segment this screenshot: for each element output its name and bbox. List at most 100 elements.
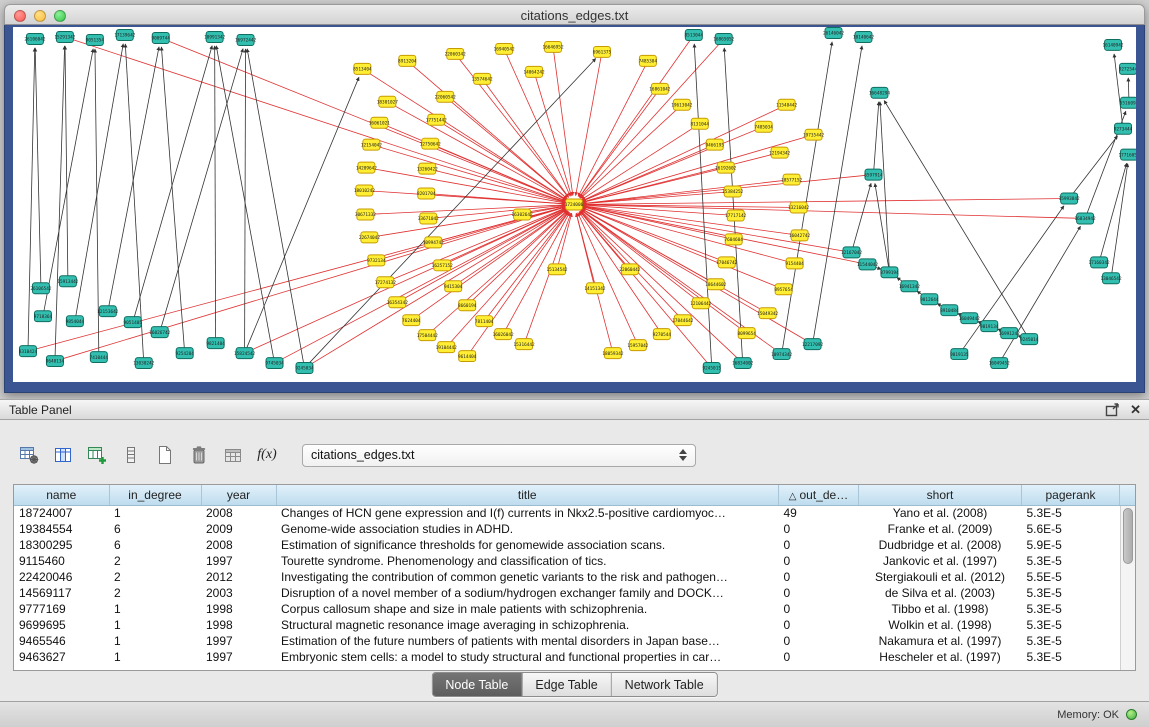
graph-node[interactable]: 13260422 <box>417 163 438 174</box>
column-header-title[interactable]: title <box>276 485 779 505</box>
graph-node[interactable]: 16941342 <box>899 281 920 292</box>
cell-title[interactable]: Embryonic stem cells: a model to study s… <box>276 649 779 665</box>
graph-node[interactable]: 16026742 <box>149 327 170 338</box>
graph-node[interactable]: 17717142 <box>725 210 746 221</box>
window-titlebar[interactable]: citations_edges.txt <box>4 4 1145 25</box>
float-panel-icon[interactable] <box>1105 403 1120 417</box>
graph-edge[interactable] <box>583 180 792 204</box>
graph-node[interactable]: 16861042 <box>649 83 670 94</box>
cell-title[interactable]: Genome-wide association studies in ADHD. <box>276 521 779 537</box>
graph-node[interactable]: 10994742 <box>423 237 444 248</box>
graph-edge[interactable] <box>576 52 602 196</box>
graph-node[interactable]: 12217092 <box>802 339 823 350</box>
cell-pagerank[interactable]: 5.9E-5 <box>1022 537 1120 553</box>
graph-edge[interactable] <box>215 46 216 343</box>
cell-name[interactable]: 9777169 <box>14 601 109 617</box>
graph-edge[interactable] <box>467 212 569 356</box>
graph-node[interactable]: 9051405 <box>124 317 143 328</box>
graph-node[interactable]: 9154404 <box>785 258 804 269</box>
graph-node[interactable]: 15993842 <box>1059 193 1080 204</box>
memory-status-icon[interactable] <box>1126 709 1137 720</box>
cell-pagerank[interactable]: 5.3E-5 <box>1022 633 1120 649</box>
create-column-icon[interactable] <box>84 443 110 467</box>
cell-year[interactable]: 2008 <box>201 537 276 553</box>
cell-name[interactable]: 9463627 <box>14 649 109 665</box>
graph-node[interactable]: 16991242 <box>999 328 1020 339</box>
graph-node[interactable]: 15824542 <box>234 348 255 359</box>
graph-node[interactable]: 6961375 <box>593 46 612 57</box>
cell-pagerank[interactable]: 5.6E-5 <box>1022 521 1120 537</box>
cell-name[interactable]: 22420046 <box>14 569 109 585</box>
graph-node[interactable]: 8799194 <box>880 267 899 278</box>
graph-node[interactable]: 12106442 <box>690 298 711 309</box>
graph-node[interactable]: 15049342 <box>757 308 778 319</box>
graph-node[interactable]: 16257152 <box>432 260 453 271</box>
graph-edge[interactable] <box>582 209 768 313</box>
cell-year[interactable]: 2008 <box>201 505 276 521</box>
scrollbar-thumb[interactable] <box>1123 508 1133 564</box>
graph-node[interactable]: 18059342 <box>602 348 623 359</box>
cell-title[interactable]: Corpus callosum shape and size in male p… <box>276 601 779 617</box>
graph-edge[interactable] <box>28 48 35 351</box>
graph-edge[interactable] <box>436 120 566 200</box>
graph-edge[interactable] <box>884 100 1029 339</box>
cell-name[interactable]: 18300295 <box>14 537 109 553</box>
cell-year[interactable]: 2012 <box>201 569 276 585</box>
graph-node[interactable]: 9254204 <box>175 348 194 359</box>
column-header-pagerank[interactable]: pagerank <box>1022 485 1120 505</box>
graph-edge[interactable] <box>1111 164 1128 279</box>
graph-edge[interactable] <box>161 47 184 353</box>
cell-short[interactable]: Hescheler et al. (1997) <box>859 649 1022 665</box>
graph-edge[interactable] <box>133 46 212 323</box>
graph-node[interactable]: 22060342 <box>445 48 466 59</box>
graph-node[interactable]: 9718364 <box>34 311 53 322</box>
graph-node[interactable]: 9745034 <box>265 358 284 369</box>
graph-node[interactable]: 5516094 <box>1120 97 1136 108</box>
cell-pagerank[interactable]: 5.5E-5 <box>1022 569 1120 585</box>
graph-node[interactable]: 33671042 <box>418 213 439 224</box>
graph-node[interactable]: 15384252 <box>722 186 743 197</box>
graph-node[interactable]: 8201704 <box>417 188 436 199</box>
cell-short[interactable]: Wolkin et al. (1998) <box>859 617 1022 633</box>
graph-node[interactable]: 22674042 <box>359 232 380 243</box>
graph-node[interactable]: 22060442 <box>619 264 640 275</box>
graph-node[interactable]: 17139642 <box>114 29 135 40</box>
graph-edge[interactable] <box>579 89 659 197</box>
vertical-scrollbar[interactable] <box>1120 506 1135 670</box>
graph-node[interactable]: 9854044 <box>66 316 85 327</box>
network-graph[interactable]: 1724006183010271606102112154042142096421… <box>13 27 1136 382</box>
graph-node[interactable]: 16646952 <box>542 41 563 52</box>
graph-node[interactable]: 8957654 <box>774 284 793 295</box>
graph-node[interactable]: 8099654 <box>737 328 756 339</box>
graph-node[interactable]: 10974342 <box>771 349 792 360</box>
cell-title[interactable]: Estimation of the future numbers of pati… <box>276 633 779 649</box>
graph-node[interactable]: 16140942 <box>1102 39 1123 50</box>
cell-in_degree[interactable]: 1 <box>109 649 201 665</box>
graph-node[interactable]: 9270544 <box>653 329 672 340</box>
graph-node[interactable]: 8660194 <box>458 300 477 311</box>
graph-node[interactable]: 8913204 <box>398 55 417 66</box>
tab-node-table[interactable]: Node Table <box>432 673 521 696</box>
graph-edge[interactable] <box>65 46 68 281</box>
graph-node[interactable]: 8513404 <box>353 63 372 74</box>
table-row[interactable]: 977716911998Corpus callosum shape and si… <box>14 601 1120 617</box>
graph-node[interactable]: 12154042 <box>361 139 382 150</box>
graph-node[interactable]: 16049452 <box>989 358 1010 369</box>
graph-node[interactable]: 19613042 <box>671 99 692 110</box>
graph-node[interactable]: 11548442 <box>776 99 797 110</box>
graph-edge[interactable] <box>581 105 682 199</box>
tab-edge-table[interactable]: Edge Table <box>521 673 610 696</box>
column-header-in-degree[interactable]: in_degree <box>109 485 201 505</box>
close-panel-icon[interactable]: ✕ <box>1130 402 1141 418</box>
graph-node[interactable]: 9051354 <box>86 34 105 45</box>
cell-pagerank[interactable]: 5.3E-5 <box>1022 553 1120 569</box>
graph-node[interactable]: 13030242 <box>133 358 154 369</box>
delete-icon[interactable] <box>186 443 212 467</box>
graph-node[interactable]: 10991342 <box>204 31 225 42</box>
graph-node[interactable]: 18010242 <box>354 185 375 196</box>
graph-node[interactable]: 7485304 <box>639 55 658 66</box>
cell-short[interactable]: Tibbo et al. (1998) <box>859 601 1022 617</box>
graph-edge[interactable] <box>553 47 573 196</box>
graph-node[interactable]: 19104442 <box>436 342 457 353</box>
cell-in_degree[interactable]: 2 <box>109 553 201 569</box>
